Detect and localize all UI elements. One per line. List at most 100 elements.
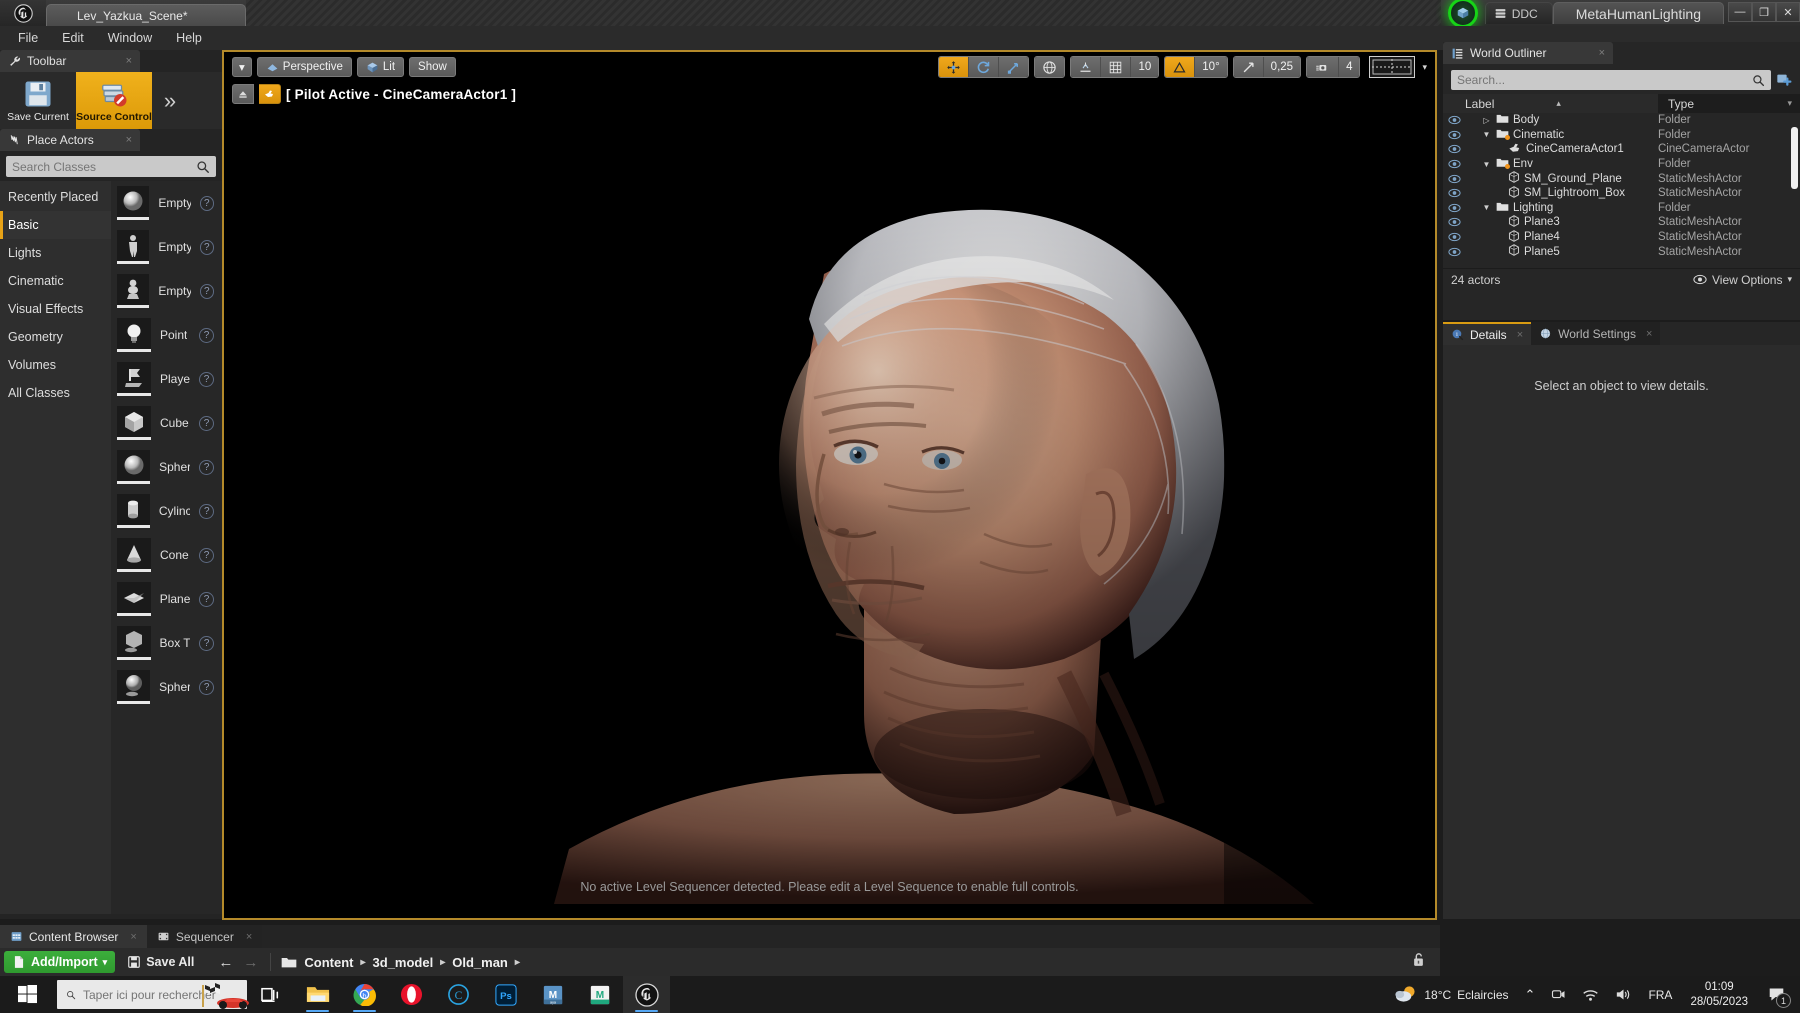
category-cinematic[interactable]: Cinematic [0, 267, 111, 295]
toolbar-tab[interactable]: Toolbar × [0, 50, 140, 72]
world-outliner-close-icon[interactable]: × [1599, 47, 1605, 59]
network-tray-button[interactable] [1574, 976, 1607, 1013]
scale-gizmo-button[interactable] [999, 57, 1029, 77]
place-actor-item[interactable]: Empty? [111, 181, 222, 225]
visibility-toggle-icon[interactable] [1443, 115, 1465, 125]
place-actor-item[interactable]: Cylinc? [111, 489, 222, 533]
place-actor-item[interactable]: Empty? [111, 225, 222, 269]
help-icon[interactable]: ? [199, 503, 214, 519]
marmoset-button[interactable]: M [576, 976, 623, 1013]
place-actor-item[interactable]: Cube? [111, 401, 222, 445]
opera-button[interactable] [388, 976, 435, 1013]
outliner-search-box[interactable] [1451, 70, 1771, 90]
camera-speed-button[interactable] [1307, 57, 1340, 77]
add-import-button[interactable]: Add/Import ▾ [4, 951, 116, 973]
translate-gizmo-button[interactable] [939, 57, 970, 77]
unreal-button[interactable] [623, 976, 670, 1013]
visibility-toggle-icon[interactable] [1443, 130, 1465, 140]
help-icon[interactable]: ? [199, 283, 214, 299]
outliner-row-list[interactable]: ▷ Body Folder ▼ Cinematic Folder CineCameraAct… [1443, 113, 1800, 268]
place-actor-item[interactable]: Cone? [111, 533, 222, 577]
help-icon[interactable]: ? [199, 327, 214, 343]
file-explorer-button[interactable] [294, 976, 341, 1013]
close-button[interactable]: ✕ [1776, 2, 1800, 22]
category-geometry[interactable]: Geometry [0, 323, 111, 351]
outliner-search-input[interactable] [1457, 73, 1752, 87]
help-icon[interactable]: ? [199, 371, 214, 387]
place-actor-item[interactable]: Spher? [111, 665, 222, 709]
menu-item-help[interactable]: Help [164, 29, 214, 47]
rotate-gizmo-button[interactable] [969, 57, 1000, 77]
toolbar-overflow-button[interactable]: » [152, 72, 188, 129]
outliner-row[interactable]: ▼ Cinematic Folder [1443, 128, 1800, 143]
visibility-toggle-icon[interactable] [1443, 159, 1465, 169]
help-icon[interactable]: ? [199, 415, 214, 431]
cc-button[interactable]: C [435, 976, 482, 1013]
chrome-button[interactable]: h [341, 976, 388, 1013]
visibility-toggle-icon[interactable] [1443, 217, 1465, 227]
grid-snap-toggle-button[interactable] [1101, 57, 1132, 77]
restore-button[interactable]: ❐ [1752, 2, 1776, 22]
tab-world-settings[interactable]: World Settings × [1531, 322, 1661, 345]
place-actors-item-list[interactable]: Empty? Empty? Empty? Point? Playe? Cube? Spher… [111, 181, 222, 914]
outliner-row[interactable]: Plane3 StaticMeshActor [1443, 215, 1800, 230]
world-outliner-tab[interactable]: World Outliner × [1443, 42, 1613, 64]
menu-item-window[interactable]: Window [96, 29, 164, 47]
outliner-row[interactable]: CineCameraActor1 CineCameraActor [1443, 135, 1800, 157]
photoshop-button[interactable]: Ps [482, 976, 529, 1013]
tab-details[interactable]: i Details × [1443, 322, 1532, 345]
sort-ascending-icon[interactable]: ▴ [1556, 98, 1561, 109]
project-tab[interactable]: Lev_Yazkua_Scene* [46, 4, 246, 26]
category-lights[interactable]: Lights [0, 239, 111, 267]
outliner-scrollbar[interactable] [1791, 127, 1798, 189]
taskbar-search[interactable] [57, 980, 249, 1009]
visibility-toggle-icon[interactable] [1443, 203, 1465, 213]
ddc-button[interactable]: DDC [1484, 2, 1553, 24]
clock[interactable]: 01:09 28/05/2023 [1680, 976, 1758, 1013]
place-actors-search[interactable] [6, 156, 216, 177]
back-button[interactable]: ← [218, 954, 233, 971]
breadcrumb-old-man[interactable]: Old_man [452, 955, 508, 970]
outliner-row[interactable]: ▼ Env Folder [1443, 157, 1800, 172]
scale-snap-toggle-button[interactable] [1233, 57, 1264, 77]
help-icon[interactable]: ? [199, 635, 214, 651]
live-coding-button[interactable] [1441, 0, 1485, 28]
category-recently-placed[interactable]: Recently Placed [0, 183, 111, 211]
help-icon[interactable]: ? [199, 591, 214, 607]
layout-tab[interactable]: MetaHumanLighting [1552, 2, 1724, 24]
outliner-column-type[interactable]: Type ▾ [1658, 94, 1800, 113]
save-current-button[interactable]: Save Current [0, 72, 76, 129]
breadcrumb-3d-model[interactable]: 3d_model [373, 955, 434, 970]
view-mode-button[interactable]: Lit [356, 57, 405, 77]
place-actor-item[interactable]: Empty? [111, 269, 222, 313]
camera-mode-button[interactable]: Perspective [256, 57, 352, 77]
viewport-layout-caret-icon[interactable]: ▾ [1422, 62, 1427, 73]
tab-content-browser[interactable]: Content Browser × [0, 925, 147, 948]
forward-button[interactable]: → [243, 954, 258, 971]
help-icon[interactable]: ? [199, 195, 214, 211]
visibility-toggle-icon[interactable] [1443, 144, 1465, 154]
outliner-row[interactable]: SM_Lightroom_Box StaticMeshActor [1443, 185, 1800, 201]
tab-content-browser-close-icon[interactable]: × [130, 931, 136, 943]
weather-widget[interactable]: 18°C Eclaircies [1385, 976, 1516, 1013]
place-actor-item[interactable]: Playe? [111, 357, 222, 401]
lock-content-browser-button[interactable] [1411, 952, 1426, 973]
task-view-button[interactable] [247, 976, 294, 1013]
viewport-layout-button[interactable] [1369, 56, 1416, 78]
place-actor-item[interactable]: Point? [111, 313, 222, 357]
tab-details-close-icon[interactable]: × [1517, 329, 1523, 341]
visibility-toggle-icon[interactable] [1443, 188, 1465, 198]
help-icon[interactable]: ? [199, 679, 214, 695]
pilot-lock-button[interactable] [259, 84, 281, 104]
toolbar-tab-close-icon[interactable]: × [126, 55, 132, 67]
maya-button[interactable]: M aya [529, 976, 576, 1013]
eject-pilot-button[interactable] [232, 84, 254, 104]
outliner-row[interactable]: ▼ Lighting Folder [1443, 201, 1800, 216]
menu-item-edit[interactable]: Edit [50, 29, 96, 47]
source-control-button[interactable]: Source Control [76, 72, 152, 129]
category-basic[interactable]: Basic [0, 211, 111, 239]
volume-tray-button[interactable] [1607, 976, 1640, 1013]
menu-item-file[interactable]: File [6, 29, 50, 47]
place-actors-tab[interactable]: Place Actors × [0, 129, 140, 151]
minimize-button[interactable]: — [1728, 2, 1752, 22]
